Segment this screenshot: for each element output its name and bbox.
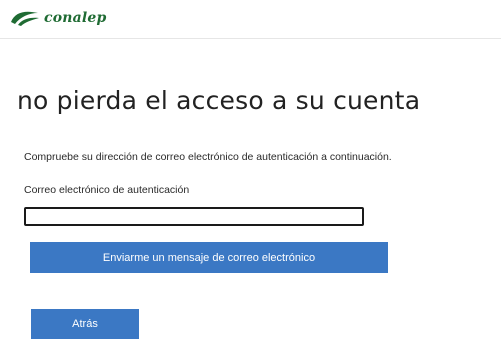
instruction-text: Compruebe su dirección de correo electró… bbox=[24, 151, 392, 163]
page-title: no pierda el acceso a su cuenta bbox=[17, 86, 421, 115]
conalep-logo: conalep bbox=[9, 9, 107, 27]
send-email-button[interactable]: Enviarme un mensaje de correo electrónic… bbox=[30, 242, 388, 273]
conalep-logo-icon bbox=[11, 11, 39, 26]
email-field[interactable] bbox=[24, 207, 364, 226]
logo-text: conalep bbox=[44, 10, 107, 26]
email-field-label: Correo electrónico de autenticación bbox=[24, 184, 190, 196]
back-button[interactable]: Atrás bbox=[31, 309, 139, 339]
header-bar: conalep bbox=[0, 0, 501, 39]
